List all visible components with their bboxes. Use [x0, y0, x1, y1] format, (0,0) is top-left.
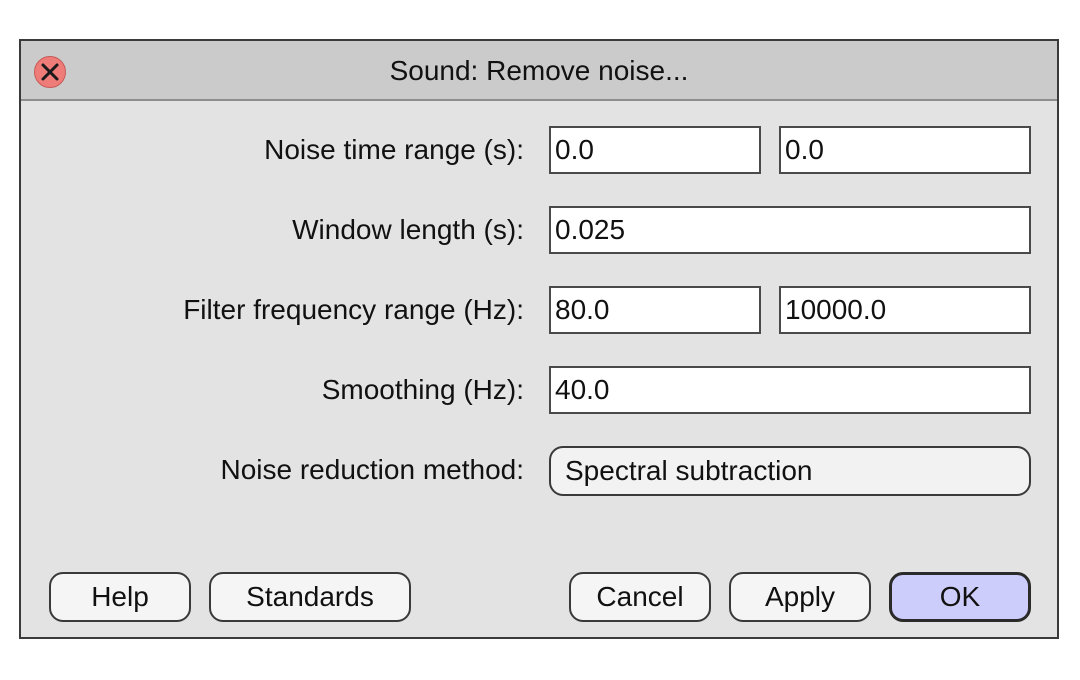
- close-button[interactable]: [34, 56, 66, 88]
- window-length-label: Window length (s):: [292, 214, 524, 245]
- title-bar: Sound: Remove noise...: [21, 41, 1057, 101]
- smoothing-label: Smoothing (Hz):: [321, 374, 524, 405]
- smoothing-input[interactable]: [549, 366, 1031, 414]
- apply-button[interactable]: Apply: [729, 572, 871, 622]
- remove-noise-dialog: Sound: Remove noise... Noise time range …: [19, 39, 1059, 639]
- noise-time-from-input[interactable]: [549, 126, 761, 174]
- noise-time-to-input[interactable]: [779, 126, 1031, 174]
- filter-frequency-range-label: Filter frequency range (Hz):: [183, 294, 524, 325]
- noise-time-range-label: Noise time range (s):: [264, 134, 524, 165]
- window-title: Sound: Remove noise...: [389, 55, 689, 86]
- ok-button[interactable]: OK: [889, 572, 1031, 622]
- close-icon: [41, 63, 59, 81]
- filter-freq-from-input[interactable]: [549, 286, 761, 334]
- window-length-input[interactable]: [549, 206, 1031, 254]
- standards-button[interactable]: Standards: [209, 572, 411, 622]
- cancel-button[interactable]: Cancel: [569, 572, 711, 622]
- filter-freq-to-input[interactable]: [779, 286, 1031, 334]
- noise-reduction-method-menu[interactable]: Spectral subtraction: [549, 446, 1031, 496]
- help-button[interactable]: Help: [49, 572, 191, 622]
- noise-reduction-method-label: Noise reduction method:: [220, 454, 524, 485]
